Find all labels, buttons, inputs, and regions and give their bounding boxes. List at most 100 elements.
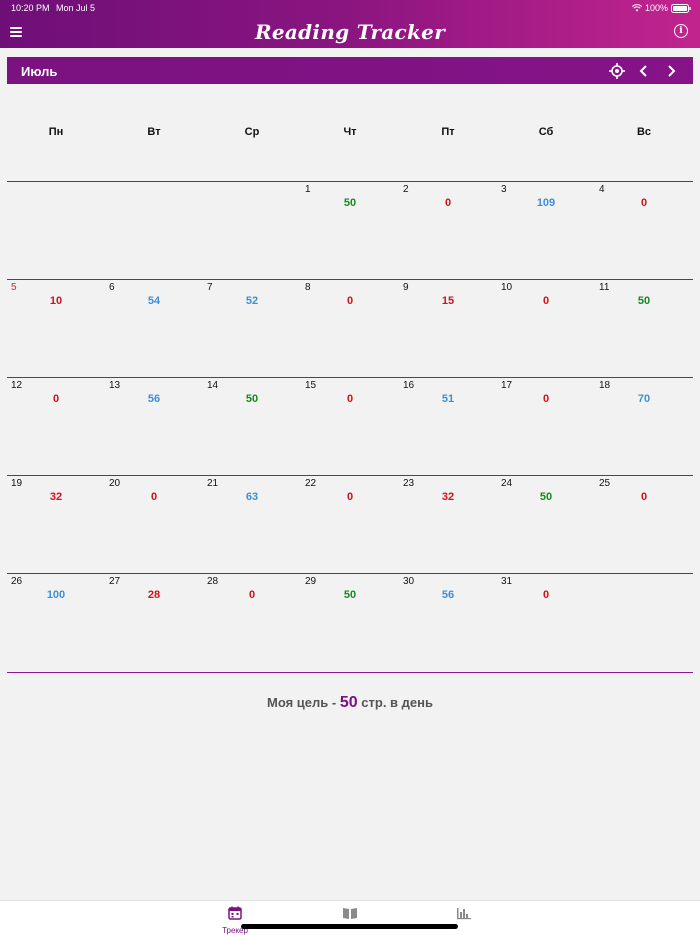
calendar-day-cell[interactable]: 9 15 — [399, 280, 497, 377]
day-number: 18 — [599, 380, 611, 391]
info-icon[interactable]: i — [674, 24, 688, 38]
status-right: 100% — [631, 3, 691, 13]
calendar-day-cell[interactable]: 14 50 — [203, 378, 301, 475]
pages-read: 54 — [147, 295, 161, 307]
calendar-day-cell[interactable]: 20 — [399, 182, 497, 279]
day-number: 22 — [305, 478, 317, 489]
calendar-empty-cell — [203, 182, 301, 279]
day-number: 6 — [109, 282, 115, 293]
locate-icon[interactable] — [607, 61, 627, 81]
calendar-day-cell[interactable]: 25 0 — [595, 476, 693, 573]
pages-read: 56 — [147, 393, 161, 405]
pages-read: 50 — [637, 295, 651, 307]
calendar-day-cell[interactable]: 21 63 — [203, 476, 301, 573]
day-number: 19 — [11, 478, 23, 489]
calendar-icon — [228, 906, 242, 920]
calendar-day-cell[interactable]: 29 50 — [301, 574, 399, 671]
calendar-day-cell[interactable]: 10 0 — [497, 280, 595, 377]
pages-read: 0 — [150, 491, 158, 503]
calendar-day-cell[interactable]: 19 32 — [7, 476, 105, 573]
calendar-day-cell[interactable]: 24 50 — [497, 476, 595, 573]
day-number: 11 — [599, 282, 610, 293]
pages-read: 0 — [346, 295, 354, 307]
day-number: 10 — [501, 282, 513, 293]
calendar-day-cell[interactable]: 28 0 — [203, 574, 301, 671]
month-label: Июль — [21, 64, 58, 79]
pages-read: 50 — [343, 197, 357, 209]
pages-read: 109 — [536, 197, 556, 209]
calendar-day-cell[interactable]: 1 50 — [301, 182, 399, 279]
day-number: 9 — [403, 282, 409, 293]
day-number: 25 — [599, 478, 611, 489]
day-number: 31 — [501, 576, 513, 587]
calendar-day-cell[interactable]: 40 — [595, 182, 693, 279]
calendar-day-cell[interactable]: 27 28 — [105, 574, 203, 671]
pages-read: 28 — [147, 589, 161, 601]
calendar-day-cell[interactable]: 6 54 — [105, 280, 203, 377]
calendar-day-cell[interactable]: 23 32 — [399, 476, 497, 573]
goal-value: 50 — [339, 694, 358, 711]
weekday-label: Пт — [441, 126, 455, 138]
pages-read: 0 — [640, 197, 648, 209]
app-title: Reading Tracker — [254, 20, 446, 44]
calendar-day-cell[interactable]: 31 0 — [497, 574, 595, 671]
calendar-day-cell[interactable]: 20 0 — [105, 476, 203, 573]
status-time: 10:20 PM — [11, 3, 50, 13]
pages-read: 70 — [637, 393, 651, 405]
calendar-day-cell[interactable]: 13 56 — [105, 378, 203, 475]
calendar-day-cell[interactable]: 26 100 — [7, 574, 105, 671]
calendar-day-cell[interactable]: 30 56 — [399, 574, 497, 671]
calendar-day-cell[interactable]: 15 0 — [301, 378, 399, 475]
calendar-week-row: 12 0 13 56 14 50 15 0 16 51 17 0 18 70 — [7, 377, 693, 476]
calendar-day-cell[interactable]: 12 0 — [7, 378, 105, 475]
pages-read: 32 — [441, 491, 455, 503]
calendar-day-cell[interactable]: 22 0 — [301, 476, 399, 573]
day-number: 4 — [599, 184, 605, 195]
calendar-day-cell[interactable]: 3 109 — [497, 182, 595, 279]
day-number: 7 — [207, 282, 213, 293]
pages-read: 56 — [441, 589, 455, 601]
calendar-empty-cell — [105, 182, 203, 279]
weekday-label: Ср — [244, 126, 260, 138]
calendar-day-cell[interactable]: 7 52 — [203, 280, 301, 377]
chevron-left-icon[interactable] — [634, 61, 654, 81]
chevron-right-icon[interactable] — [661, 61, 681, 81]
calendar-day-cell[interactable]: 16 51 — [399, 378, 497, 475]
goal-suffix: стр. в день — [361, 695, 433, 710]
day-number: 27 — [109, 576, 121, 587]
day-number: 2 — [403, 184, 409, 195]
weekday-label: Чт — [343, 126, 357, 138]
pages-read: 100 — [46, 589, 66, 601]
calendar-day-cell[interactable]: 80 — [301, 280, 399, 377]
month-bar: Июль — [7, 57, 693, 84]
pages-read: 10 — [49, 295, 63, 307]
goal-prefix: Моя цель - — [267, 695, 337, 710]
pages-read: 0 — [542, 589, 550, 601]
day-number: 23 — [403, 478, 415, 489]
weekday-label: Сб — [538, 126, 554, 138]
pages-read: 0 — [52, 393, 60, 405]
calendar-day-cell[interactable]: 5 10 — [7, 280, 105, 377]
pages-read: 0 — [542, 295, 550, 307]
calendar-day-cell[interactable]: 17 0 — [497, 378, 595, 475]
day-number: 15 — [305, 380, 317, 391]
day-number: 20 — [109, 478, 121, 489]
battery-percent: 100% — [644, 3, 668, 13]
calendar-week-row: 5 10 6 54 7 52 8 0 9 15 10 0 11 50 — [7, 279, 693, 378]
tab-statistics[interactable] — [444, 906, 484, 925]
pages-read: 50 — [245, 393, 259, 405]
day-number: 12 — [11, 380, 23, 391]
pages-read: 50 — [539, 491, 553, 503]
calendar-day-cell[interactable]: 11 50 — [595, 280, 693, 377]
day-number: 1 — [305, 184, 311, 195]
bar-chart-icon — [457, 908, 471, 920]
calendar-day-cell[interactable]: 18 70 — [595, 378, 693, 475]
book-icon — [343, 908, 357, 919]
tab-books[interactable] — [330, 906, 370, 925]
status-date: Mon Jul 5 — [56, 3, 96, 13]
home-indicator — [241, 924, 458, 929]
pages-read: 0 — [346, 393, 354, 405]
pages-read: 50 — [343, 589, 357, 601]
day-number: 26 — [11, 576, 23, 587]
tab-tracker[interactable]: Трекер — [215, 906, 255, 935]
